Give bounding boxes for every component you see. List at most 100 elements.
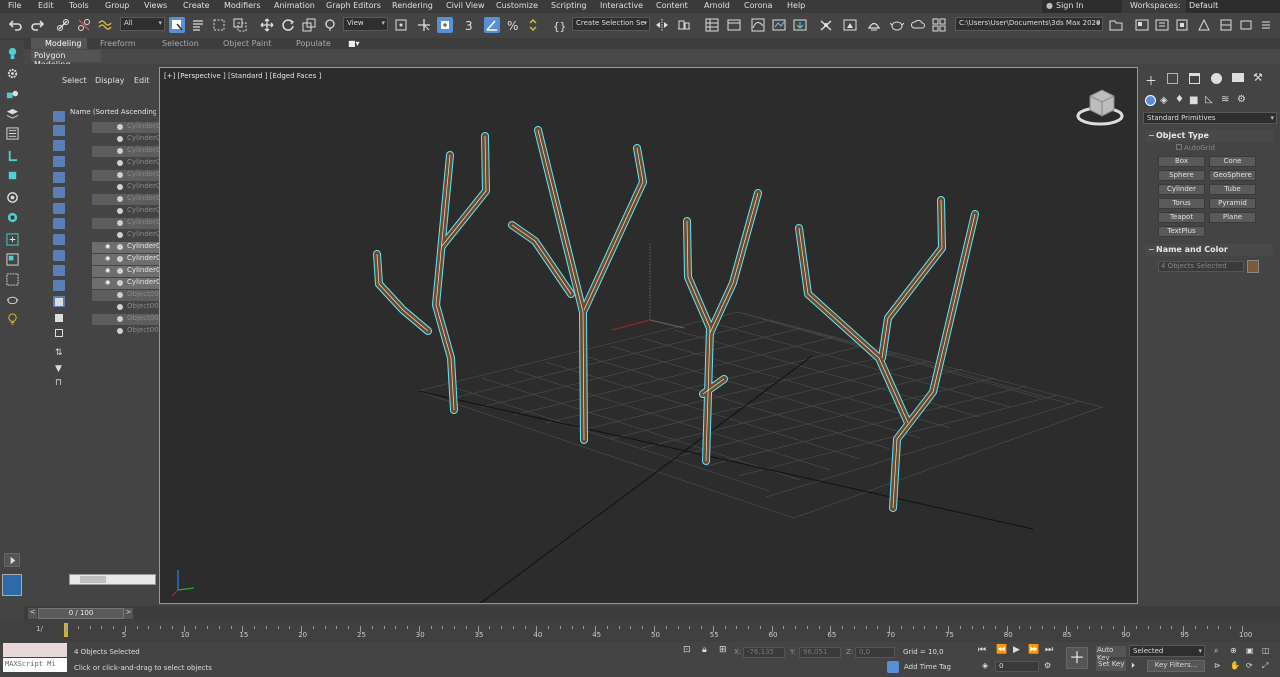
redo-icon[interactable] [29,17,45,33]
workspace-icon-2[interactable] [1154,17,1170,33]
menu-graph-editors[interactable]: Graph Editors [326,1,381,10]
percent-snap-icon[interactable]: % [505,17,521,33]
freeze-dot-icon[interactable] [117,172,123,178]
freeze-dot-icon[interactable] [117,148,123,154]
project-path-dropdown[interactable]: C:\Users\User\Documents\3ds Max 2020 [955,17,1103,31]
render-teapot-icon[interactable] [889,17,905,33]
material-editor-icon[interactable] [792,17,808,33]
bulb-icon[interactable] [4,312,20,326]
motion-tab-icon[interactable] [1211,73,1222,84]
selection-filter-dropdown[interactable]: All [120,17,165,31]
menu-help[interactable]: Help [787,1,805,10]
add-time-tag[interactable]: Add Time Tag [904,663,951,671]
select-manipulate-icon[interactable] [416,17,432,33]
menu-animation[interactable]: Animation [274,1,315,10]
render-setup-icon[interactable] [818,17,834,33]
filter-shapes-icon[interactable] [53,125,65,136]
teapot-icon[interactable] [4,292,20,306]
lock-selection-icon[interactable]: 🔒︎ [702,645,707,655]
maximize-viewport-icon[interactable]: ⤢ [1262,661,1268,671]
filter-frozen-icon[interactable] [53,265,65,276]
undo-icon[interactable] [8,17,24,33]
viewport-layout-thumbnail[interactable] [2,574,22,596]
visibility-eye-icon[interactable]: ◉ [105,280,112,286]
box-button[interactable]: Box [1158,156,1205,167]
display-all-icon[interactable] [55,298,63,306]
set-key-button[interactable]: Set Key [1096,660,1126,671]
time-config-icon[interactable]: ◈ [982,661,988,670]
pivot-center-icon[interactable] [393,17,409,33]
menu-group[interactable]: Group [105,1,129,10]
scale-icon[interactable] [301,17,317,33]
go-to-start-icon[interactable]: ⏮ [978,645,986,655]
gear-icon[interactable] [4,66,20,80]
rendered-frame-window-icon[interactable] [842,17,858,33]
display-tab-icon[interactable] [1232,73,1244,82]
freeze-dot-icon[interactable] [117,196,123,202]
pan-icon[interactable]: ✋ [1230,661,1240,670]
mirror-icon[interactable] [654,17,670,33]
layer-explorer-icon[interactable] [704,17,720,33]
freeze-dot-icon[interactable] [117,316,123,322]
freeze-dot-icon[interactable] [117,328,123,334]
zoom-icon[interactable]: ⌕ [1214,646,1218,656]
lights-icon[interactable]: ♦ [1175,94,1184,105]
tab-selection[interactable]: Selection [162,39,199,48]
menu-interactive[interactable]: Interactive [600,1,643,10]
polygon-modeling-panel[interactable]: Polygon Modeling [31,50,101,69]
freeze-dot-icon[interactable] [117,292,123,298]
menu-modifiers[interactable]: Modifiers [224,1,261,10]
y-coordinate-field[interactable]: 96,051 [799,647,841,658]
filter-bones-icon[interactable] [53,234,65,245]
go-to-end-icon[interactable]: ⏭ [1045,645,1053,655]
track-bar-key-icon[interactable]: 1/ [36,625,43,633]
menu-scripting[interactable]: Scripting [551,1,587,10]
time-prev-icon[interactable]: < [28,608,37,619]
freeze-dot-icon[interactable] [117,220,123,226]
menu-civil-view[interactable]: Civil View [446,1,485,10]
visibility-eye-icon[interactable] [105,160,112,166]
cylinder-button[interactable]: Cylinder [1158,184,1205,195]
perspective-viewport[interactable]: [+] [Perspective ] [Standard ] [Edged Fa… [159,67,1138,604]
menu-arnold[interactable]: Arnold [704,1,730,10]
menu-edit[interactable]: Edit [38,1,54,10]
layers-icon[interactable] [4,106,20,120]
curve-editor-icon[interactable] [750,17,766,33]
render-production-icon[interactable] [866,17,882,33]
auto-key-button[interactable]: Auto Key [1096,646,1126,662]
freeze-dot-icon[interactable] [117,160,123,166]
select-object-icon[interactable] [169,17,185,33]
time-slider[interactable]: < 0 / 100 > [24,606,1280,621]
list-icon[interactable] [4,126,20,140]
move-icon[interactable] [259,17,275,33]
explorer-scrollbar[interactable] [69,574,156,585]
freeze-dot-icon[interactable] [117,256,123,262]
visibility-eye-icon[interactable]: ◉ [105,256,112,262]
torus-button[interactable]: Torus [1158,198,1205,209]
orbit-icon[interactable]: ⟳ [1246,661,1253,670]
render-in-cloud-icon[interactable] [910,17,926,33]
teapot-button[interactable]: Teapot [1158,212,1205,223]
schematic-view-icon[interactable] [771,17,787,33]
menu-tools[interactable]: Tools [69,1,89,10]
freeze-dot-icon[interactable] [117,184,123,190]
visibility-eye-icon[interactable]: ◉ [105,268,112,274]
next-frame-icon[interactable]: ⏩ [1028,645,1039,655]
visibility-eye-icon[interactable] [105,292,112,298]
autogrid-checkbox[interactable]: AutoGrid [1176,144,1256,152]
object-name-field[interactable]: 4 Objects Selected [1158,261,1244,272]
helper-icon[interactable] [4,210,20,224]
spacewarps-icon[interactable]: ≋ [1221,94,1229,105]
previous-frame-icon[interactable]: ⏪ [996,645,1007,655]
cone-button[interactable]: Cone [1209,156,1256,167]
named-selection-set-dropdown[interactable]: Create Selection Se [572,17,650,31]
tab-populate[interactable]: Populate [296,39,331,48]
rotate-icon[interactable] [280,17,296,33]
workspace-icon-4[interactable] [1196,17,1212,33]
key-mode-dropdown[interactable]: Selected [1129,645,1205,657]
snaps-toggle-icon[interactable]: 3 [462,17,478,33]
visibility-eye-icon[interactable] [105,232,112,238]
place-icon[interactable] [322,17,338,33]
plane-button[interactable]: Plane [1209,212,1256,223]
spinner-snap-icon[interactable] [526,17,542,33]
